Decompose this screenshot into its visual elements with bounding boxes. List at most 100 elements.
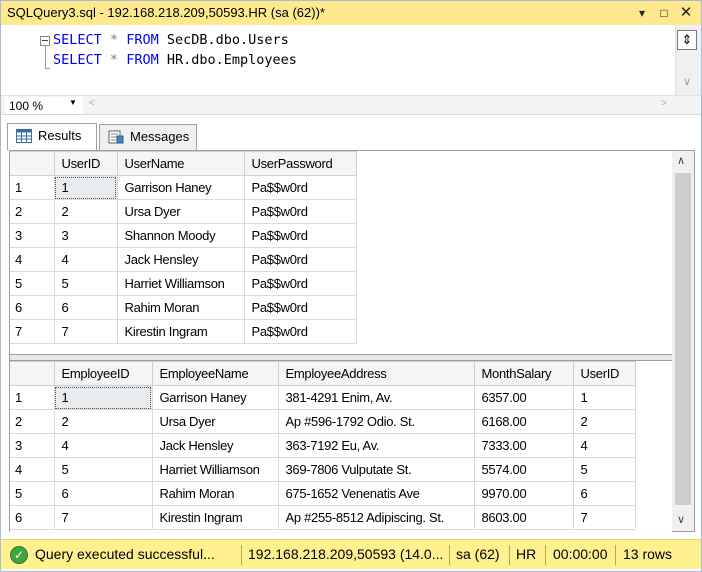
row-number[interactable]: 1 <box>10 385 55 410</box>
table-row[interactable]: 5 6 Rahim Moran 675-1652 Venenatis Ave 9… <box>10 481 636 506</box>
row-number-header[interactable] <box>10 361 55 386</box>
document-tab-title-bar[interactable]: SQLQuery3.sql - 192.168.218.209,50593.HR… <box>1 1 701 25</box>
cell-employeename[interactable]: Kirestin Ingram <box>151 505 279 530</box>
cell-employeename[interactable]: Ursa Dyer <box>151 409 279 434</box>
cell-userid[interactable]: 7 <box>572 505 636 530</box>
tab-results[interactable]: Results <box>7 123 97 150</box>
code-line-2[interactable]: SELECT * FROM HR.dbo.Employees <box>53 52 297 68</box>
scrollbar-thumb[interactable] <box>675 173 691 505</box>
cell-monthsalary[interactable]: 6168.00 <box>473 409 574 434</box>
cell-employeeaddress[interactable]: 369-7806 Vulputate St. <box>277 457 475 482</box>
cell-monthsalary[interactable]: 7333.00 <box>473 433 574 458</box>
tab-messages[interactable]: Messages <box>99 124 197 150</box>
table-row[interactable]: 6 7 Kirestin Ingram Ap #255-8512 Adipisc… <box>10 505 636 530</box>
cell-userid[interactable]: 4 <box>572 433 636 458</box>
cell-employeeid[interactable]: 6 <box>53 481 153 506</box>
table-row[interactable]: 2 2 Ursa Dyer Ap #596-1792 Odio. St. 616… <box>10 409 636 434</box>
table-row[interactable]: 3 4 Jack Hensley 363-7192 Eu, Av. 7333.0… <box>10 433 636 458</box>
row-number-header[interactable] <box>10 151 55 176</box>
scroll-down-arrow-icon[interactable]: ∨ <box>679 75 695 89</box>
column-header[interactable]: UserPassword <box>243 151 357 176</box>
code-line-1[interactable]: SELECT * FROM SecDB.dbo.Users <box>53 32 289 48</box>
cell-password[interactable]: Pa$$w0rd <box>243 319 357 344</box>
close-icon[interactable]: ✕ <box>677 4 695 22</box>
cell-username[interactable]: Kirestin Ingram <box>116 319 245 344</box>
cell-employeeid[interactable]: 7 <box>53 505 153 530</box>
scroll-up-arrow-icon[interactable]: ∧ <box>677 154 685 167</box>
row-number[interactable]: 5 <box>10 271 55 296</box>
cell-employeeid[interactable]: 1 <box>53 385 153 410</box>
cell-password[interactable]: Pa$$w0rd <box>243 175 357 200</box>
cell-employeeaddress[interactable]: Ap #596-1792 Odio. St. <box>277 409 475 434</box>
table-row[interactable]: 7 7 Kirestin Ingram Pa$$w0rd <box>10 319 357 344</box>
collapse-minus-icon[interactable] <box>40 36 50 46</box>
cell-userid[interactable]: 5 <box>53 271 118 296</box>
cell-userid[interactable]: 7 <box>53 319 118 344</box>
cell-employeeaddress[interactable]: 363-7192 Eu, Av. <box>277 433 475 458</box>
row-number[interactable]: 2 <box>10 409 55 434</box>
cell-username[interactable]: Rahim Moran <box>116 295 245 320</box>
column-header[interactable]: UserID <box>53 151 118 176</box>
sql-editor[interactable]: SELECT * FROM SecDB.dbo.Users SELECT * F… <box>1 25 701 95</box>
cell-employeeaddress[interactable]: Ap #255-8512 Adipiscing. St. <box>277 505 475 530</box>
scroll-down-arrow-icon[interactable]: ∨ <box>677 513 685 526</box>
cell-userid[interactable]: 4 <box>53 247 118 272</box>
row-number[interactable]: 3 <box>10 433 55 458</box>
cell-userid[interactable]: 2 <box>53 199 118 224</box>
cell-userid[interactable]: 6 <box>53 295 118 320</box>
row-number[interactable]: 5 <box>10 481 55 506</box>
cell-password[interactable]: Pa$$w0rd <box>243 295 357 320</box>
cell-employeename[interactable]: Garrison Haney <box>151 385 279 410</box>
cell-monthsalary[interactable]: 8603.00 <box>473 505 574 530</box>
cell-employeeid[interactable]: 4 <box>53 433 153 458</box>
cell-password[interactable]: Pa$$w0rd <box>243 199 357 224</box>
cell-userid[interactable]: 2 <box>572 409 636 434</box>
table-row[interactable]: 4 4 Jack Hensley Pa$$w0rd <box>10 247 357 272</box>
cell-monthsalary[interactable]: 6357.00 <box>473 385 574 410</box>
table-row[interactable]: 1 1 Garrison Haney 381-4291 Enim, Av. 63… <box>10 385 636 410</box>
row-number[interactable]: 1 <box>10 175 55 200</box>
cell-username[interactable]: Garrison Haney <box>116 175 245 200</box>
cell-employeeid[interactable]: 5 <box>53 457 153 482</box>
column-header[interactable]: EmployeeName <box>151 361 279 386</box>
table-row[interactable]: 2 2 Ursa Dyer Pa$$w0rd <box>10 199 357 224</box>
cell-username[interactable]: Shannon Moody <box>116 223 245 248</box>
row-number[interactable]: 2 <box>10 199 55 224</box>
cell-userid[interactable]: 1 <box>53 175 118 200</box>
dropdown-arrow-icon[interactable]: ▼ <box>69 98 77 107</box>
cell-employeeaddress[interactable]: 381-4291 Enim, Av. <box>277 385 475 410</box>
column-header[interactable]: EmployeeAddress <box>277 361 475 386</box>
cell-username[interactable]: Jack Hensley <box>116 247 245 272</box>
row-number[interactable]: 6 <box>10 295 55 320</box>
cell-password[interactable]: Pa$$w0rd <box>243 247 357 272</box>
row-number[interactable]: 4 <box>10 457 55 482</box>
chevron-down-icon[interactable]: ▾ <box>633 4 651 22</box>
row-number[interactable]: 7 <box>10 319 55 344</box>
cell-employeeaddress[interactable]: 675-1652 Venenatis Ave <box>277 481 475 506</box>
split-window-icon[interactable]: ⇕ <box>677 30 697 50</box>
scroll-left-arrow-icon[interactable]: < <box>89 98 95 109</box>
cell-monthsalary[interactable]: 5574.00 <box>473 457 574 482</box>
cell-password[interactable]: Pa$$w0rd <box>243 271 357 296</box>
employees-result-grid[interactable]: EmployeeID EmployeeName EmployeeAddress … <box>10 360 672 532</box>
column-header[interactable]: EmployeeID <box>53 361 153 386</box>
row-number[interactable]: 4 <box>10 247 55 272</box>
cell-userid[interactable]: 6 <box>572 481 636 506</box>
cell-employeeid[interactable]: 2 <box>53 409 153 434</box>
cell-userid[interactable]: 1 <box>572 385 636 410</box>
cell-userid[interactable]: 5 <box>572 457 636 482</box>
cell-userid[interactable]: 3 <box>53 223 118 248</box>
table-row[interactable]: 6 6 Rahim Moran Pa$$w0rd <box>10 295 357 320</box>
cell-employeename[interactable]: Jack Hensley <box>151 433 279 458</box>
cell-password[interactable]: Pa$$w0rd <box>243 223 357 248</box>
users-result-grid[interactable]: UserID UserName UserPassword 1 1 Garriso… <box>10 151 672 355</box>
table-row[interactable]: 5 5 Harriet Williamson Pa$$w0rd <box>10 271 357 296</box>
table-row[interactable]: 3 3 Shannon Moody Pa$$w0rd <box>10 223 357 248</box>
table-row[interactable]: 1 1 Garrison Haney Pa$$w0rd <box>10 175 357 200</box>
row-number[interactable]: 3 <box>10 223 55 248</box>
cell-username[interactable]: Harriet Williamson <box>116 271 245 296</box>
results-vertical-scrollbar[interactable]: ∧ ∨ <box>672 151 694 531</box>
maximize-icon[interactable]: □ <box>655 4 673 22</box>
cell-monthsalary[interactable]: 9970.00 <box>473 481 574 506</box>
column-header[interactable]: MonthSalary <box>473 361 574 386</box>
